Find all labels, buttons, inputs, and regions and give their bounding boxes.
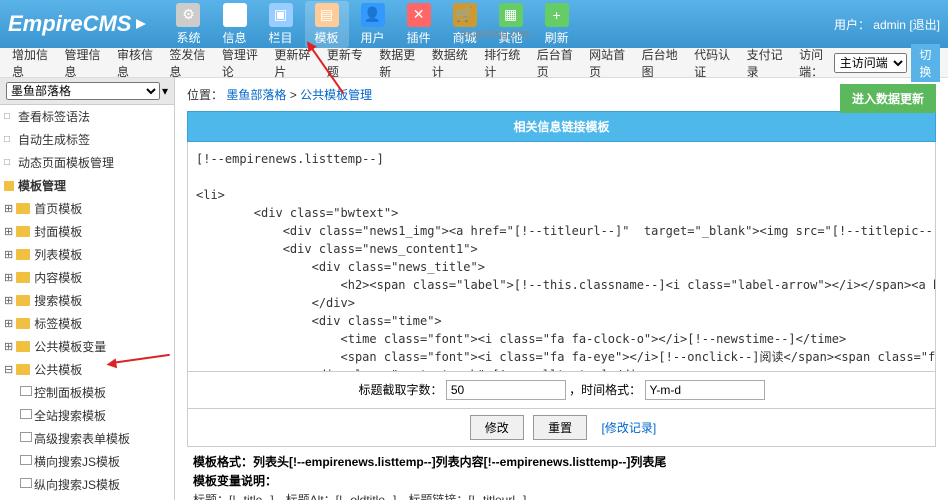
time-format-input[interactable] <box>645 380 765 400</box>
switch-button[interactable]: 切换 <box>911 44 940 82</box>
content: 位置： 墨鱼部落格 > 公共模板管理 进入数据更新 相关信息链接模板 [!--e… <box>175 78 948 500</box>
folder-icon <box>16 364 30 375</box>
topnav-栏目[interactable]: ▣栏目 <box>259 1 303 48</box>
nav-icon: + <box>545 3 569 27</box>
button-row: 修改 重置 [修改记录] <box>187 409 936 447</box>
panel-title: 相关信息链接模板 <box>187 111 936 142</box>
tree-item[interactable]: 查看标签语法 <box>0 105 174 128</box>
topnav-模板[interactable]: ▤模板 <box>305 1 349 48</box>
nav-icon: ▤ <box>315 3 339 27</box>
nav-icon: ▦ <box>499 3 523 27</box>
topnav-商城[interactable]: 🛒商城 <box>443 1 487 48</box>
tree-leaf[interactable]: 全站搜索模板 <box>16 404 174 427</box>
menu-审核信息[interactable]: 审核信息 <box>113 46 157 80</box>
topnav-系统[interactable]: ⚙系统 <box>166 1 210 48</box>
top-nav: ⚙系统✎信息▣栏目▤模板👤用户✕插件🛒商城▦其他+刷新 <box>166 1 578 48</box>
nav-icon: 🛒 <box>453 3 477 27</box>
template-code-textarea[interactable]: [!--empirenews.listtemp--] <li> <div cla… <box>187 142 936 372</box>
tree-group[interactable]: 首页模板 <box>0 197 174 220</box>
folder-icon <box>16 249 30 260</box>
folder-icon <box>16 295 30 306</box>
form-row: 标题截取字数： ，时间格式： <box>187 372 936 409</box>
description: 模板格式：列表头[!--empirenews.listtemp--]列表内容[!… <box>187 447 936 500</box>
tree-leaf[interactable]: 相关信息模板 <box>16 496 174 500</box>
user-area: 用户： admin [退出] <box>834 16 940 33</box>
menubar: 增加信息管理信息审核信息签发信息管理评论更新碎片更新专题数据更新数据统计排行统计… <box>0 48 948 78</box>
menu-支付记录[interactable]: 支付记录 <box>743 46 787 80</box>
tree-group[interactable]: 封面模板 <box>0 220 174 243</box>
nav-icon: ✕ <box>407 3 431 27</box>
menu-管理信息[interactable]: 管理信息 <box>60 46 104 80</box>
menu-后台地图[interactable]: 后台地图 <box>638 46 682 80</box>
submit-button[interactable]: 修改 <box>470 415 524 440</box>
topnav-插件[interactable]: ✕插件 <box>397 1 441 48</box>
menu-更新碎片[interactable]: 更新碎片 <box>270 46 314 80</box>
nav-icon: ⚙ <box>176 3 200 27</box>
menu-数据更新[interactable]: 数据更新 <box>375 46 419 80</box>
tree-group[interactable]: 标签模板 <box>0 312 174 335</box>
nav-icon: ✎ <box>223 3 247 27</box>
topnav-用户[interactable]: 👤用户 <box>351 1 395 48</box>
menu-代码认证[interactable]: 代码认证 <box>690 46 734 80</box>
site-select[interactable]: 墨鱼部落格 <box>6 82 160 100</box>
sidebar-select-wrap: 墨鱼部落格 ▾ <box>0 78 174 105</box>
header: EmpireCMS ⚙系统✎信息▣栏目▤模板👤用户✕插件🛒商城▦其他+刷新 用户… <box>0 0 948 48</box>
topnav-信息[interactable]: ✎信息 <box>213 1 257 48</box>
menu-后台首页[interactable]: 后台首页 <box>533 46 577 80</box>
menu-数据统计[interactable]: 数据统计 <box>428 46 472 80</box>
folder-icon <box>16 226 30 237</box>
tree-leaf[interactable]: 高级搜索表单模板 <box>16 427 174 450</box>
tree-group[interactable]: 内容模板 <box>0 266 174 289</box>
menu-更新专题[interactable]: 更新专题 <box>323 46 367 80</box>
user-name[interactable]: admin <box>873 18 906 32</box>
tree-item[interactable]: 自动生成标签 <box>0 128 174 151</box>
chevron-down-icon: ▾ <box>162 84 168 98</box>
logo: EmpireCMS <box>8 11 146 37</box>
title-cut-input[interactable] <box>446 380 566 400</box>
folder-icon <box>16 341 30 352</box>
title-cut-label: 标题截取字数： <box>358 383 442 397</box>
menu-网站首页[interactable]: 网站首页 <box>585 46 629 80</box>
folder-icon <box>16 272 30 283</box>
topnav-刷新[interactable]: +刷新 <box>535 1 579 48</box>
section-template-mgmt[interactable]: 模板管理 <box>0 174 174 197</box>
topnav-其他[interactable]: ▦其他 <box>489 1 533 48</box>
tree-group[interactable]: 列表模板 <box>0 243 174 266</box>
tree-group[interactable]: 公共模板 <box>0 358 174 381</box>
data-update-button[interactable]: 进入数据更新 <box>840 84 936 113</box>
menu-排行统计[interactable]: 排行统计 <box>480 46 524 80</box>
bc-link-1[interactable]: 墨鱼部落格 <box>226 88 286 102</box>
tree-group[interactable]: 公共模板变量 <box>0 335 174 358</box>
tree-leaf[interactable]: 横向搜索JS模板 <box>16 450 174 473</box>
menu-增加信息[interactable]: 增加信息 <box>8 46 52 80</box>
menu-管理评论[interactable]: 管理评论 <box>218 46 262 80</box>
logout-link[interactable]: [退出] <box>909 18 940 32</box>
nav-icon: 👤 <box>361 3 385 27</box>
tree-leaf[interactable]: 控制面板模板 <box>16 381 174 404</box>
bc-link-2[interactable]: 公共模板管理 <box>300 88 372 102</box>
visit-label: 访问端： <box>795 46 830 80</box>
folder-icon <box>16 318 30 329</box>
tree-leaf[interactable]: 纵向搜索JS模板 <box>16 473 174 496</box>
time-format-label: ，时间格式： <box>569 383 641 397</box>
sidebar: 墨鱼部落格 ▾ 查看标签语法自动生成标签动态页面模板管理 模板管理 首页模板封面… <box>0 78 175 500</box>
reset-button[interactable]: 重置 <box>533 415 587 440</box>
menu-签发信息[interactable]: 签发信息 <box>165 46 209 80</box>
visit-select[interactable]: 主访问端 <box>834 53 907 73</box>
tree-group[interactable]: 搜索模板 <box>0 289 174 312</box>
nav-icon: ▣ <box>269 3 293 27</box>
breadcrumb: 位置： 墨鱼部落格 > 公共模板管理 <box>187 86 936 103</box>
tree-item[interactable]: 动态页面模板管理 <box>0 151 174 174</box>
folder-icon <box>16 203 30 214</box>
log-link[interactable]: [修改记录] <box>602 421 657 435</box>
watermark: moyublog.com <box>460 28 532 40</box>
user-label: 用户： <box>834 18 870 32</box>
